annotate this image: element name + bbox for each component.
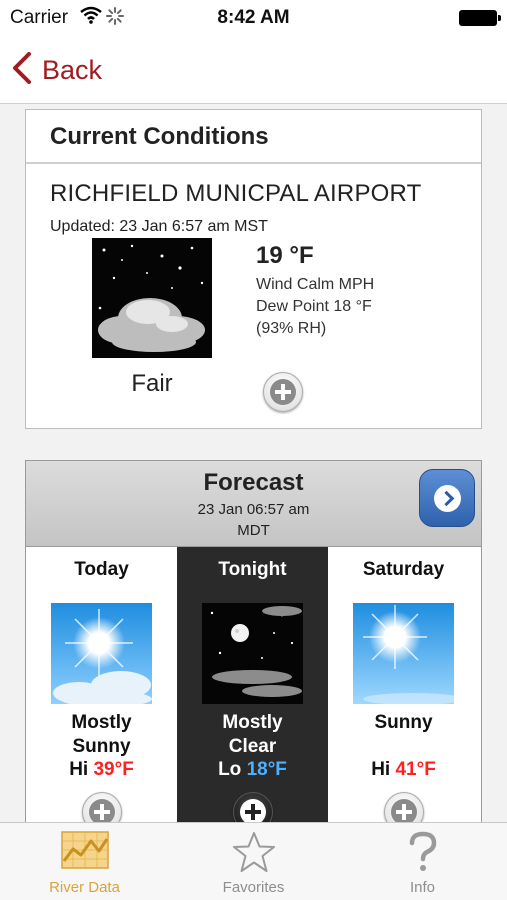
- current-details-button[interactable]: [263, 372, 303, 412]
- plus-icon: [270, 379, 296, 405]
- clock-time: 8:42 AM: [217, 7, 290, 28]
- station-name: RICHFIELD MUNICPAL AIRPORT: [50, 180, 422, 207]
- today-details-button[interactable]: [82, 792, 122, 824]
- current-condition-text: Fair: [131, 370, 173, 397]
- period-temperature: Hi 41°F: [328, 759, 479, 781]
- temp-label: Hi: [69, 759, 89, 780]
- tonight-details-button[interactable]: [233, 792, 273, 824]
- back-label: Back: [42, 55, 103, 85]
- navigation-bar: Back: [0, 36, 507, 104]
- wind-text: Wind Calm MPH: [256, 276, 375, 293]
- temp-value: 41°F: [395, 759, 436, 780]
- period-name: Tonight: [218, 559, 287, 580]
- forecast-card: Forecast 23 Jan 06:57 am MDT Today Mostl…: [25, 460, 482, 824]
- question-mark-icon: [407, 831, 439, 878]
- saturday-details-button[interactable]: [384, 792, 424, 824]
- plus-icon: [89, 799, 115, 824]
- current-conditions-heading: Current Conditions: [50, 123, 269, 150]
- star-icon: [232, 831, 276, 878]
- current-temperature: 19 °F: [256, 242, 314, 269]
- humidity-text: (93% RH): [256, 320, 327, 337]
- mostly-clear-night-icon: [202, 603, 303, 704]
- temp-label: Hi: [371, 759, 391, 780]
- forecast-period-saturday[interactable]: Saturday Sunny Hi 41°F: [328, 547, 479, 824]
- forecast-period-today[interactable]: Today Mostly Sunny Hi 39°F: [26, 547, 177, 824]
- period-temperature: Hi 39°F: [26, 759, 177, 781]
- period-condition-line1: Sunny: [374, 712, 433, 733]
- river-chart-icon: [60, 831, 109, 874]
- tab-label: Favorites: [222, 879, 285, 896]
- plus-icon: [391, 799, 417, 824]
- battery-icon: [459, 10, 501, 26]
- period-temperature: Lo 18°F: [177, 759, 328, 781]
- night-fair-icon: [92, 238, 212, 358]
- dew-point-text: Dew Point 18 °F: [256, 298, 372, 315]
- current-conditions-header: Current Conditions: [26, 110, 481, 164]
- tab-river-data[interactable]: River Data: [0, 823, 169, 900]
- content-scroll-area[interactable]: Current Conditions RICHFIELD MUNICPAL AI…: [0, 104, 507, 824]
- temp-label: Lo: [218, 759, 242, 780]
- mostly-sunny-icon: [51, 603, 152, 704]
- period-condition-line1: Mostly: [222, 712, 283, 733]
- period-condition-line1: Mostly: [71, 712, 132, 733]
- temp-value: 18°F: [246, 759, 287, 780]
- forecast-issued-date: 23 Jan 06:57 am: [197, 501, 310, 518]
- chevron-right-icon: [434, 485, 461, 512]
- period-name: Today: [74, 559, 129, 580]
- current-conditions-card: Current Conditions RICHFIELD MUNICPAL AI…: [25, 109, 482, 429]
- tab-favorites[interactable]: Favorites: [169, 823, 338, 900]
- tab-label: Info: [409, 879, 436, 896]
- period-name: Saturday: [362, 559, 445, 580]
- tab-label: River Data: [49, 879, 120, 896]
- updated-time: Updated: 23 Jan 6:57 am MST: [50, 218, 268, 235]
- forecast-next-button[interactable]: [419, 469, 475, 527]
- temp-value: 39°F: [93, 759, 134, 780]
- period-condition-line2: Sunny: [72, 736, 131, 757]
- forecast-header: Forecast 23 Jan 06:57 am MDT: [26, 461, 481, 547]
- forecast-period-tonight[interactable]: Tonight Mostly Clear Lo 18°F: [177, 547, 328, 824]
- tab-info[interactable]: Info: [338, 823, 507, 900]
- sunny-icon: [353, 603, 454, 704]
- tab-bar: River Data Favorites Info: [0, 822, 507, 900]
- plus-icon: [240, 799, 266, 824]
- status-bar: Carrier 8:42 AM: [0, 0, 507, 36]
- back-chevron-icon: [12, 52, 32, 89]
- forecast-title: Forecast: [203, 469, 304, 496]
- period-condition-line2: Clear: [228, 736, 277, 757]
- back-button[interactable]: Back: [12, 52, 102, 89]
- forecast-issued-zone: MDT: [237, 522, 270, 539]
